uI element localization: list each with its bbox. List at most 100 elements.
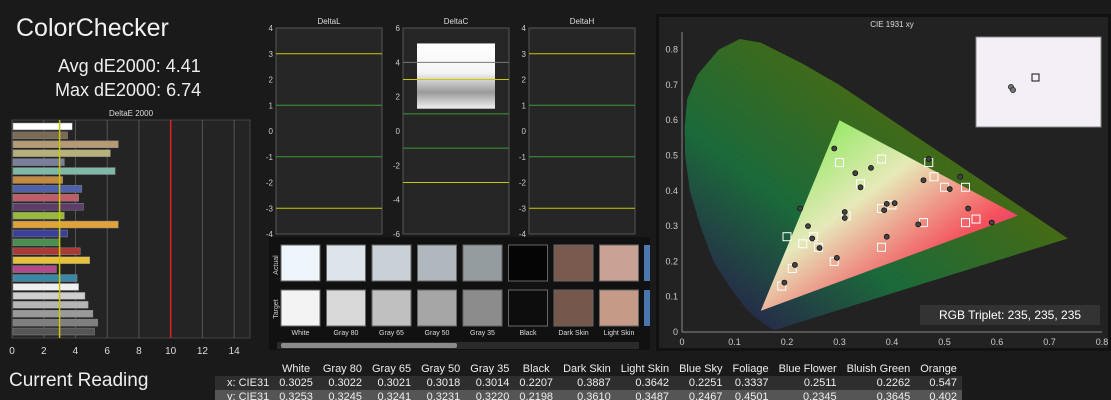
table-cell: 0.402: [915, 390, 962, 400]
table-cell: 0.2198: [514, 390, 559, 400]
table-cell: 0.3487: [615, 390, 675, 400]
bar: [12, 274, 78, 282]
swatch-actual: [553, 244, 594, 282]
actual-point: [852, 170, 859, 177]
deltae-bar-chart: DeltaE 2000 0 2 4 6 8 10 12 14: [9, 109, 251, 357]
swatch-label: White: [292, 330, 310, 337]
tick-label: 2: [269, 76, 274, 85]
swatch-actual: [326, 244, 366, 282]
swatch-label: Gray 65: [379, 330, 404, 337]
chart-title: DeltaL: [317, 17, 341, 26]
swatch-target: [462, 289, 503, 327]
tick-label: 4: [269, 24, 274, 33]
bar: [12, 149, 111, 157]
bar: [12, 140, 119, 148]
bar: [12, 220, 119, 229]
column-header: Bluish Green: [841, 362, 916, 376]
table-cell: 0.3645: [841, 390, 916, 400]
swatch-actual: [280, 244, 321, 282]
tick-label: 0: [522, 127, 527, 136]
bar: [12, 185, 83, 193]
tick-label: 3: [522, 50, 527, 59]
swatch-label: Gray 35: [470, 330, 495, 337]
bar: [12, 247, 81, 255]
actual-point: [965, 205, 972, 212]
table-row: x: CIE31 0.3025 0.3022 0.3021 0.3018 0.3014 0.…: [215, 376, 962, 390]
bar: [12, 310, 94, 318]
bar: [12, 211, 65, 220]
tick-label: 2: [41, 346, 47, 357]
tick-label: 0.5: [938, 337, 951, 347]
swatch-target: [553, 289, 594, 327]
table-cell: 0.3241: [366, 390, 417, 400]
table-cell: 0.3231: [416, 390, 466, 400]
tick-label: 0.6: [665, 115, 678, 125]
tick-label: 6: [104, 346, 110, 357]
table-cell: 0.3014: [465, 376, 515, 390]
table-cell: 0.547: [915, 376, 962, 390]
bar: [12, 301, 89, 309]
swatch-label: Gray 50: [425, 330, 450, 337]
table-cell: 0.3642: [615, 376, 675, 390]
tick-label: 0.4: [886, 337, 899, 347]
tick-label: -2: [266, 179, 274, 188]
tick-label: 0.7: [1043, 337, 1056, 347]
bar: [12, 176, 64, 184]
swatch-actual-partial: [644, 245, 650, 281]
bar: [12, 318, 98, 327]
actual-point: [809, 235, 816, 242]
actual-point: [833, 254, 840, 261]
actual-point: [946, 186, 953, 192]
swatch-target: [280, 289, 321, 327]
tick-label: 0: [673, 327, 678, 337]
actual-point: [797, 205, 804, 212]
actual-point: [915, 221, 922, 228]
table-cell: 0.2345: [773, 390, 842, 400]
table-cell: 0.2262: [841, 376, 916, 390]
tick-label: 6: [396, 24, 401, 33]
actual-point: [791, 262, 798, 268]
avg-de2000-label: Avg dE2000: 4.41: [58, 56, 201, 76]
table-cell: 0.3610: [558, 390, 616, 400]
table-cell: 0.4501: [727, 390, 774, 400]
table-cell: 0.3021: [366, 376, 417, 390]
current-reading-heading: Current Reading: [9, 370, 149, 391]
inset-actual-point: [1010, 87, 1016, 93]
table-cell: 0.3887: [558, 376, 616, 390]
column-header: White: [274, 362, 318, 376]
chart-title: DeltaH: [570, 17, 595, 26]
chart-title: DeltaE 2000: [109, 109, 154, 118]
actual-point: [883, 233, 890, 240]
actual-point: [925, 156, 932, 162]
bar: [12, 203, 84, 211]
actual-point: [831, 145, 838, 152]
tick-label: -4: [393, 196, 401, 205]
target-side-label: Target: [273, 299, 280, 319]
cie-1931-chart: CIE 1931 xy 0 0.1 0.2 0.3 0.4 0.5 0.6 0.7 0.8 0.8 0…: [656, 14, 1111, 351]
row-label: y: CIE31: [215, 390, 275, 400]
tick-label: 0: [396, 127, 401, 136]
table-cell: 0.3025: [274, 376, 318, 390]
actual-point: [841, 215, 848, 221]
bar: [12, 292, 86, 300]
actual-point: [857, 184, 864, 191]
tick-label: 0.8: [1096, 337, 1109, 347]
tick-label: 4: [396, 58, 401, 67]
max-de2000-label: Max dE2000: 6.74: [55, 80, 202, 100]
tick-label: 1: [522, 101, 527, 110]
swatch-actual: [508, 244, 548, 282]
tick-label: 0.6: [991, 337, 1004, 347]
swatch-actual: [417, 244, 457, 282]
column-header: Blue Sky: [674, 362, 728, 376]
reading-table: White Gray 80 Gray 65 Gray 50 Gray 35 Black Da…: [215, 362, 1111, 400]
column-header: Orange: [915, 362, 962, 376]
bar: [12, 158, 65, 166]
tick-label: 0.2: [781, 337, 794, 347]
column-header: Black: [514, 362, 559, 376]
tick-label: 0.2: [665, 256, 678, 266]
plot-area: [528, 27, 636, 235]
tick-label: -2: [393, 161, 401, 170]
actual-point: [781, 279, 788, 286]
actual-point: [805, 223, 811, 230]
swatch-target: [599, 289, 639, 327]
